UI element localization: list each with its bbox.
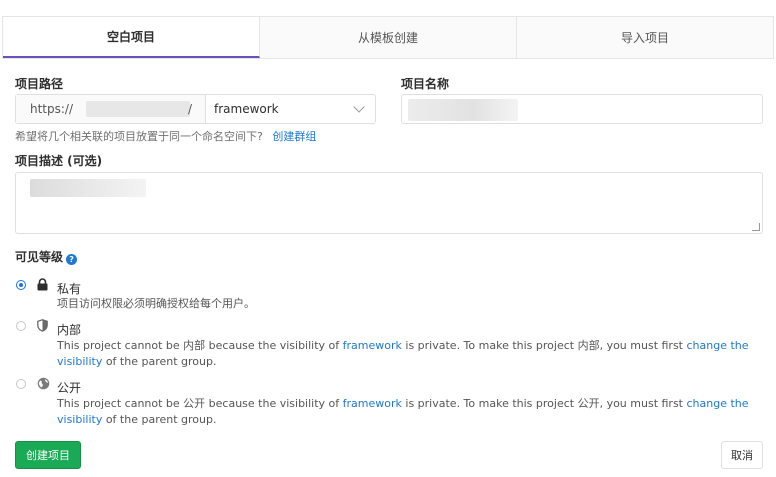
visibility-radio-private[interactable]: [16, 280, 26, 290]
shield-icon: [37, 319, 48, 335]
resize-grip-icon[interactable]: [752, 223, 760, 231]
group-help-text: 希望将几个相关联的项目放置于同一个命名空间下? 创建群组: [15, 128, 316, 144]
visibility-title-private: 私有: [57, 282, 82, 296]
parent-group-link[interactable]: framework: [343, 397, 402, 410]
desc-text: is private. To make this project 公开, you…: [401, 397, 687, 410]
tab-import-project[interactable]: 导入项目: [517, 17, 773, 58]
project-name-label: 项目名称: [401, 77, 450, 91]
visibility-title-public: 公开: [57, 381, 82, 395]
project-name-input[interactable]: [401, 94, 763, 124]
group-help-question: 希望将几个相关联的项目放置于同一个命名空间下?: [15, 130, 263, 143]
project-type-tabs: 空白项目 从模板创建 导入项目: [2, 16, 774, 59]
visibility-label-text: 可见等级: [15, 250, 64, 264]
desc-text: is private. To make this project 内部, you…: [401, 339, 687, 352]
lock-icon: [37, 278, 48, 294]
desc-text: This project cannot be 公开 because the vi…: [57, 397, 343, 410]
desc-text: of the parent group.: [102, 413, 217, 426]
visibility-desc-public: This project cannot be 公开 because the vi…: [57, 396, 767, 428]
visibility-desc-private: 项目访问权限必须明确授权给每个用户。: [57, 297, 255, 310]
description-label: 项目描述 (可选): [15, 154, 103, 168]
path-slash: /: [188, 102, 193, 116]
cancel-button[interactable]: 取消: [721, 441, 763, 469]
redacted-host: [86, 101, 190, 117]
parent-group-link[interactable]: framework: [343, 339, 402, 352]
visibility-title-internal: 内部: [57, 323, 82, 337]
path-prefix-text: https://: [30, 102, 74, 116]
project-path-label: 项目路径: [15, 77, 64, 91]
path-prefix: https:// /: [16, 95, 206, 123]
namespace-value: framework: [214, 102, 279, 116]
visibility-label: 可见等级?: [15, 248, 78, 265]
desc-text: of the parent group.: [102, 355, 217, 368]
project-path-group: https:// / framework: [15, 94, 376, 124]
tab-from-template[interactable]: 从模板创建: [260, 17, 517, 58]
chevron-down-icon: [353, 101, 365, 113]
namespace-select[interactable]: framework: [206, 95, 375, 123]
visibility-desc-internal: This project cannot be 内部 because the vi…: [57, 338, 767, 370]
create-project-button[interactable]: 创建项目: [15, 441, 81, 469]
globe-icon: [37, 377, 50, 393]
question-circle-icon[interactable]: ?: [66, 254, 78, 265]
visibility-radio-public[interactable]: [16, 379, 26, 389]
description-textarea[interactable]: [15, 172, 763, 234]
desc-text: This project cannot be 内部 because the vi…: [57, 339, 343, 352]
create-group-link[interactable]: 创建群组: [272, 130, 316, 143]
visibility-radio-internal[interactable]: [16, 321, 26, 331]
redacted-description: [30, 179, 146, 197]
tab-blank-project[interactable]: 空白项目: [3, 17, 260, 58]
redacted-project-name: [408, 99, 518, 121]
